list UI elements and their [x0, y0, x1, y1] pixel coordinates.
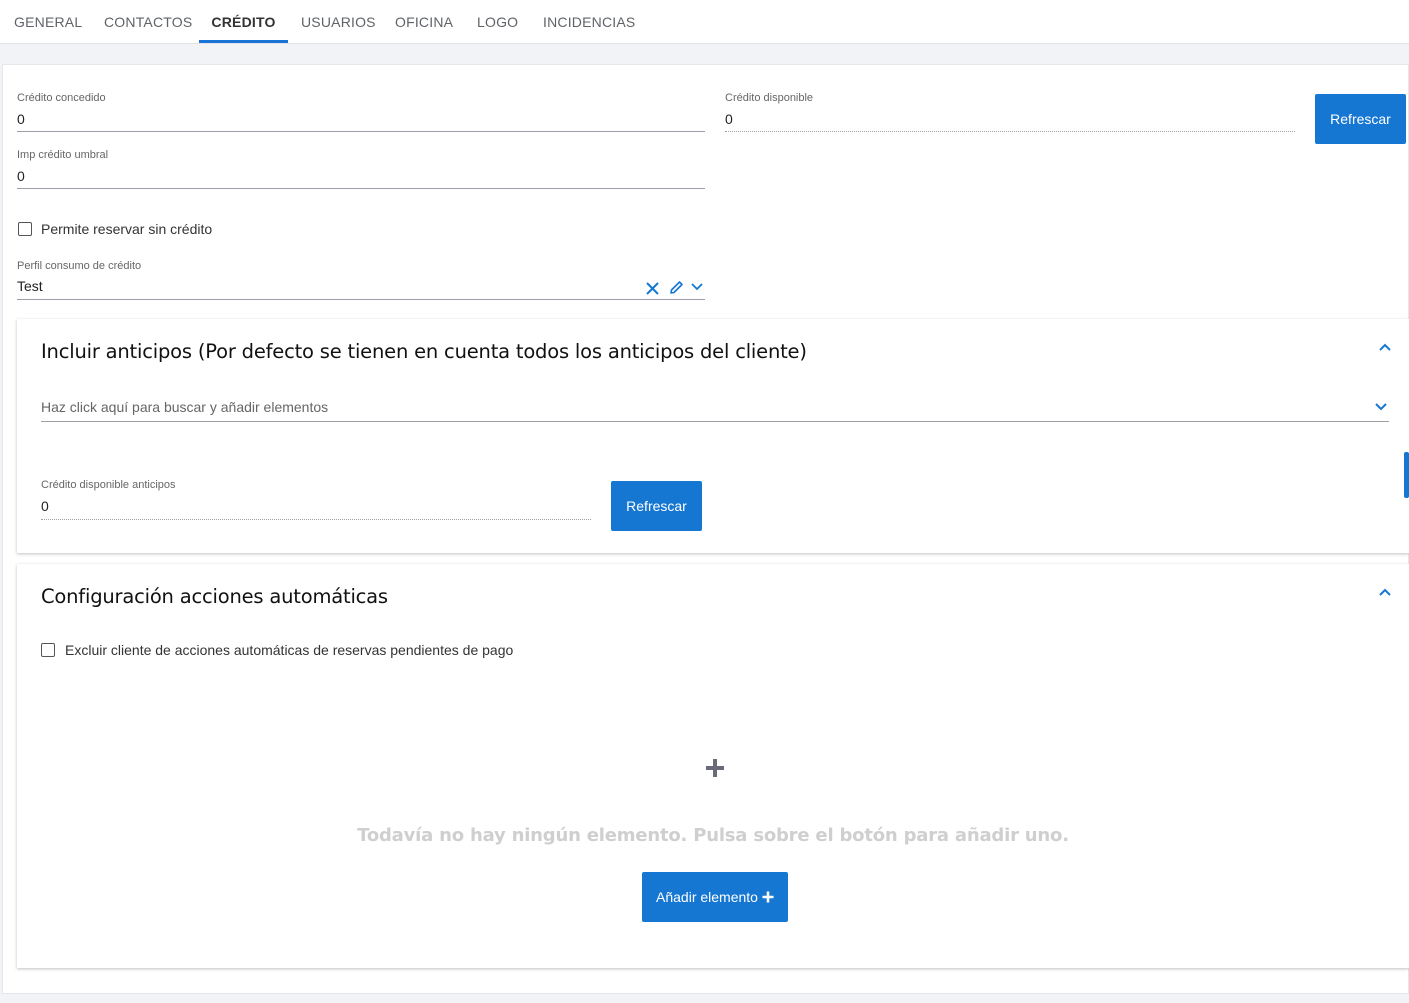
- credit-available-value: 0: [725, 111, 733, 127]
- credit-available-underline: [725, 131, 1295, 132]
- tab-bar: GENERAL CONTACTOS CRÉDITO USUARIOS OFICI…: [0, 0, 1409, 44]
- allow-reserve-label: Permite reservar sin crédito: [41, 221, 213, 237]
- advances-available-value: 0: [41, 498, 49, 514]
- chevron-down-icon[interactable]: [1374, 402, 1388, 412]
- credit-granted-underline: [17, 131, 705, 132]
- clear-icon[interactable]: [645, 281, 660, 296]
- chevron-up-icon[interactable]: [1378, 587, 1392, 597]
- exclude-automatic-label: Excluir cliente de acciones automáticas …: [65, 642, 514, 658]
- tab-credito[interactable]: CRÉDITO: [199, 0, 288, 43]
- advances-available-label: Crédito disponible anticipos: [41, 479, 176, 491]
- tab-incidencias[interactable]: INCIDENCIAS: [543, 0, 635, 43]
- tab-usuarios[interactable]: USUARIOS: [301, 0, 376, 43]
- edit-icon[interactable]: [668, 279, 685, 296]
- refresh-credit-button[interactable]: Refrescar: [1315, 94, 1406, 144]
- tab-general[interactable]: GENERAL: [14, 0, 82, 43]
- advances-available-underline: [41, 519, 591, 520]
- credit-granted-input[interactable]: 0: [17, 111, 25, 127]
- empty-message: Todavía no hay ningún elemento. Pulsa so…: [357, 825, 1069, 846]
- credit-granted-label: Crédito concedido: [17, 92, 106, 104]
- advances-search-input[interactable]: Haz click aquí para buscar y añadir elem…: [41, 399, 328, 415]
- chevron-up-icon[interactable]: [1378, 342, 1392, 352]
- threshold-input[interactable]: 0: [17, 168, 25, 184]
- tab-oficina[interactable]: OFICINA: [395, 0, 453, 43]
- threshold-underline: [17, 188, 705, 189]
- automatic-actions-title: Configuración acciones automáticas: [41, 585, 388, 608]
- credit-available-label: Crédito disponible: [725, 92, 814, 104]
- threshold-label: Imp crédito umbral: [17, 149, 109, 161]
- chevron-down-icon[interactable]: [690, 282, 704, 292]
- plus-icon: [706, 759, 724, 777]
- advances-search-underline: [41, 421, 1389, 422]
- advances-panel: Incluir anticipos (Por defecto se tienen…: [17, 319, 1409, 553]
- advances-title: Incluir anticipos (Por defecto se tienen…: [41, 340, 807, 363]
- refresh-advances-button[interactable]: Refrescar: [611, 481, 702, 531]
- add-element-label: Añadir elemento: [656, 889, 758, 905]
- profile-select[interactable]: Test: [17, 278, 43, 294]
- exclude-automatic-checkbox[interactable]: [41, 643, 55, 657]
- tab-logo[interactable]: LOGO: [477, 0, 518, 43]
- profile-label: Perfil consumo de crédito: [17, 260, 142, 272]
- automatic-actions-panel: Configuración acciones automáticas Exclu…: [17, 564, 1409, 968]
- tab-contactos[interactable]: CONTACTOS: [104, 0, 192, 43]
- plus-icon: [762, 891, 774, 903]
- scroll-indicator[interactable]: [1404, 452, 1409, 498]
- allow-reserve-checkbox[interactable]: [18, 222, 32, 236]
- add-element-button[interactable]: Añadir elemento: [642, 872, 788, 922]
- profile-underline: [17, 299, 705, 300]
